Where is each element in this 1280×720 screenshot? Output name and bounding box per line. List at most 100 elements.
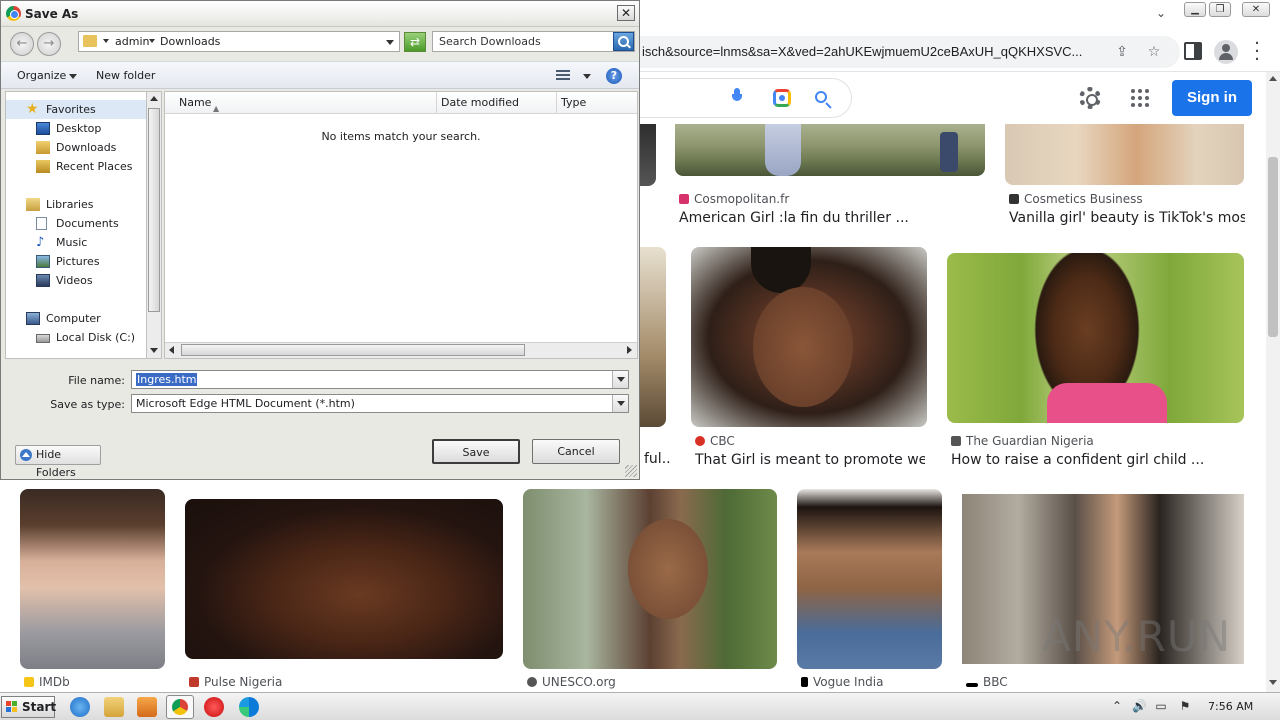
minimize-button[interactable]: ▁ [1184,2,1206,17]
column-type[interactable]: Type [557,92,637,114]
result-title[interactable]: That Girl is meant to promote well... [695,452,925,468]
save-button[interactable]: Save [432,439,520,464]
file-name-dropdown-icon[interactable] [612,371,628,388]
dialog-titlebar[interactable]: Save As ✕ [1,1,639,27]
tray-expand-icon[interactable]: ⌃ [1110,699,1124,713]
nav-item-downloads[interactable]: Downloads [6,138,147,157]
file-name-input[interactable]: Ingres.htm [131,370,629,389]
tab-search-chevron-icon[interactable]: ⌄ [1150,6,1172,26]
address-dropdown-icon[interactable] [386,40,394,45]
nav-item-recent-places[interactable]: Recent Places [6,157,147,176]
result-thumbnail[interactable] [523,489,777,669]
refresh-icon[interactable]: ⇄ [404,32,426,52]
column-name[interactable]: Name ▲ [165,92,437,114]
action-center-flag-icon[interactable]: ⚑ [1178,699,1192,713]
forward-arrow-icon[interactable]: → [37,32,61,56]
image-result-unesco[interactable]: UNESCO.org [523,489,777,692]
result-thumbnail[interactable] [675,124,985,176]
image-result-bbc[interactable]: BBC [962,494,1245,692]
navigation-pane-scroll-thumb[interactable] [148,108,160,312]
chrome-menu-icon[interactable]: · · · [1252,35,1262,69]
view-options-icon[interactable] [556,70,570,81]
settings-gear-icon[interactable] [1079,87,1101,109]
google-apps-icon[interactable] [1131,89,1149,107]
nav-item-documents[interactable]: Documents [6,214,147,233]
resize-grip-icon[interactable] [625,465,637,477]
browser-scroll-thumb[interactable] [1268,157,1278,337]
result-title[interactable]: How to raise a confident girl child ... [951,452,1241,468]
internet-explorer-icon[interactable] [70,697,90,717]
chrome-taskbar-icon[interactable] [166,695,194,719]
image-result-partial[interactable] [640,124,656,186]
voice-search-icon[interactable] [732,88,742,104]
url-text[interactable]: isch&source=lnms&sa=X&ved=2ahUKEwjmuemU2… [642,44,1102,59]
save-as-type-dropdown-icon[interactable] [612,395,628,412]
help-icon[interactable]: ? [606,68,622,84]
nav-item-computer[interactable]: Computer [6,309,147,328]
breadcrumb-admin[interactable]: admin [115,35,149,48]
navigation-pane-scrollbar[interactable] [146,91,162,359]
sign-in-button[interactable]: Sign in [1172,80,1252,116]
hide-folders-button[interactable]: Hide Folders [15,445,101,479]
result-thumbnail[interactable] [185,499,503,659]
save-as-type-select[interactable]: Microsoft Edge HTML Document (*.htm) [131,394,629,413]
opera-icon[interactable] [204,697,224,717]
nav-item-music[interactable]: ♪ Music [6,233,147,252]
dialog-close-button[interactable]: ✕ [617,5,635,21]
nav-item-favorites[interactable]: ★ Favorites [6,100,147,119]
organize-button[interactable]: Organize [17,69,66,82]
nav-item-desktop[interactable]: Desktop [6,119,147,138]
view-dropdown-icon[interactable] [583,74,591,79]
volume-icon[interactable]: 🔊 [1132,699,1147,713]
bookmark-star-icon[interactable]: ☆ [1144,42,1164,62]
cancel-button[interactable]: Cancel [532,439,620,464]
edge-icon[interactable] [239,697,259,717]
nav-item-libraries[interactable]: Libraries [6,195,147,214]
nav-item-videos[interactable]: Videos [6,271,147,290]
breadcrumb-downloads[interactable]: Downloads [160,35,220,48]
image-result-cosmopolitan[interactable]: Cosmopolitan.fr American Girl :la fin du… [675,124,985,234]
share-icon[interactable]: ⇪ [1112,42,1132,62]
scroll-up-arrow-icon[interactable] [150,96,158,101]
result-thumbnail[interactable] [947,253,1244,423]
result-thumbnail[interactable] [20,489,165,669]
media-player-icon[interactable] [137,697,157,717]
file-list-horizontal-scrollbar[interactable] [165,342,637,358]
breadcrumb-chevron-icon[interactable] [149,39,155,43]
nav-item-local-disk[interactable]: Local Disk (C:) [6,328,147,347]
close-window-button[interactable]: ✕ [1242,2,1270,17]
google-lens-icon[interactable] [773,89,791,107]
scroll-left-arrow-icon[interactable] [169,346,174,354]
result-thumbnail[interactable] [691,247,927,427]
folder-address-bar[interactable]: admin Downloads [78,31,400,52]
search-downloads-input[interactable]: Search Downloads [432,31,635,52]
scroll-down-arrow-icon[interactable] [150,348,158,353]
image-result-partial-2[interactable]: ful... [640,247,671,469]
browser-scrollbar[interactable] [1266,72,1280,692]
file-list[interactable]: Name ▲ Date modified Type No items match… [164,91,638,359]
address-bar[interactable]: isch&source=lnms&sa=X&ved=2ahUKEwjmuemU2… [560,36,1180,68]
new-folder-button[interactable]: New folder [96,69,155,82]
search-icon[interactable] [613,32,634,51]
image-result-cbc[interactable]: CBC That Girl is meant to promote well..… [691,247,927,469]
result-thumbnail[interactable] [797,489,942,669]
image-result-vogue-india[interactable]: Vogue India [797,489,942,692]
profile-avatar-icon[interactable] [1214,40,1238,64]
image-result-cosmetics-business[interactable]: Cosmetics Business Vanilla girl' beauty … [1005,124,1245,234]
image-result-guardian-nigeria[interactable]: The Guardian Nigeria How to raise a conf… [947,247,1245,469]
back-arrow-icon[interactable]: ← [10,32,34,56]
result-thumbnail[interactable] [1005,124,1244,185]
network-icon[interactable]: ▭ [1154,699,1168,713]
taskbar-clock[interactable]: 7:56 AM [1208,700,1253,713]
result-title[interactable]: American Girl :la fin du thriller ... [679,210,979,226]
start-button[interactable]: Start [1,696,56,718]
column-date-modified[interactable]: Date modified [437,92,557,114]
scroll-right-arrow-icon[interactable] [627,346,632,354]
breadcrumb-chevron-icon[interactable] [103,39,109,43]
file-explorer-icon[interactable] [104,697,124,717]
image-result-imdb[interactable]: IMDb [20,489,165,692]
nav-item-pictures[interactable]: Pictures [6,252,147,271]
maximize-button[interactable]: ❐ [1209,2,1231,17]
image-result-pulse-nigeria[interactable]: Pulse Nigeria [185,499,503,692]
file-name-value[interactable]: Ingres.htm [136,373,198,386]
